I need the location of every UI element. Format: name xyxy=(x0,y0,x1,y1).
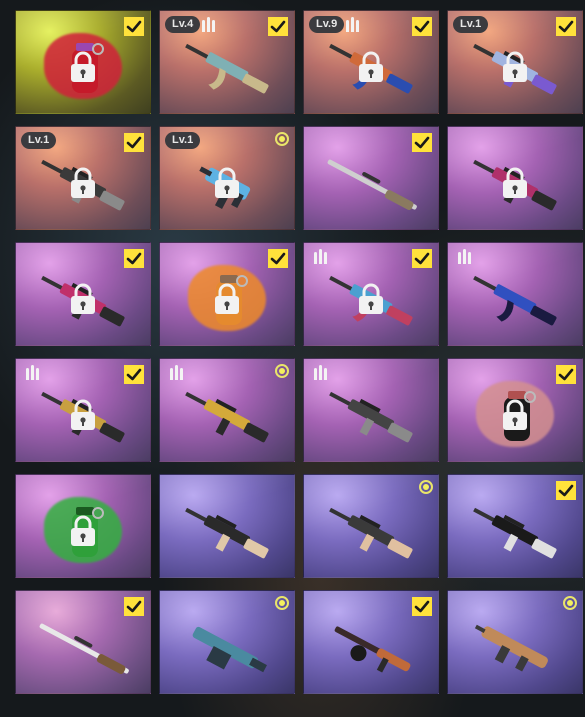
level-badge: Lv.4 xyxy=(165,16,201,33)
skin-card[interactable] xyxy=(15,10,151,114)
equipped-check-icon[interactable] xyxy=(412,133,432,152)
equipped-check-icon[interactable] xyxy=(556,365,576,384)
lock-icon xyxy=(359,283,383,314)
skin-card[interactable] xyxy=(447,242,583,346)
skin-card[interactable] xyxy=(159,358,295,462)
level-badge: Lv.1 xyxy=(453,16,489,33)
weapon-image xyxy=(192,626,267,673)
weapon-image xyxy=(473,275,557,326)
skin-card[interactable] xyxy=(159,474,295,578)
new-indicator-icon xyxy=(275,132,289,146)
skin-card[interactable] xyxy=(303,590,439,694)
lock-icon xyxy=(71,167,95,198)
new-indicator-icon xyxy=(275,596,289,610)
ammo-icon xyxy=(314,365,327,380)
equipped-check-icon[interactable] xyxy=(412,17,432,36)
skin-card[interactable] xyxy=(303,242,439,346)
lock-icon xyxy=(71,399,95,430)
lock-icon xyxy=(359,51,383,82)
new-indicator-icon xyxy=(419,480,433,494)
level-badge: Lv.1 xyxy=(21,132,57,149)
equipped-check-icon[interactable] xyxy=(124,365,144,384)
level-badge: Lv.1 xyxy=(165,132,201,149)
skin-card[interactable]: Lv.4 xyxy=(159,10,295,114)
ammo-icon xyxy=(202,17,215,32)
ammo-icon xyxy=(346,17,359,32)
equipped-check-icon[interactable] xyxy=(556,481,576,500)
skin-card[interactable]: Lv.1 xyxy=(15,126,151,230)
ammo-icon xyxy=(314,249,327,264)
lock-icon xyxy=(503,51,527,82)
weapon-image xyxy=(327,159,417,210)
weapon-image xyxy=(185,507,269,559)
lock-icon xyxy=(503,167,527,198)
equipped-check-icon[interactable] xyxy=(268,17,288,36)
lock-icon xyxy=(71,283,95,314)
skin-card[interactable] xyxy=(303,126,439,230)
skin-card[interactable] xyxy=(303,474,439,578)
ammo-icon xyxy=(26,365,39,380)
skin-card[interactable] xyxy=(159,590,295,694)
equipped-check-icon[interactable] xyxy=(124,17,144,36)
lock-icon xyxy=(71,51,95,82)
skin-card[interactable] xyxy=(15,590,151,694)
weapon-image xyxy=(185,391,269,443)
weapon-image xyxy=(474,624,548,672)
skin-card[interactable] xyxy=(15,358,151,462)
new-indicator-icon xyxy=(563,596,577,610)
weapon-image xyxy=(185,43,269,94)
new-indicator-icon xyxy=(275,364,289,378)
ammo-icon xyxy=(458,249,471,264)
skin-card[interactable] xyxy=(159,242,295,346)
skin-card[interactable] xyxy=(447,358,583,462)
equipped-check-icon[interactable] xyxy=(268,249,288,268)
weapon-image xyxy=(473,507,557,559)
skin-card[interactable] xyxy=(447,590,583,694)
skin-card[interactable] xyxy=(15,242,151,346)
ammo-icon xyxy=(170,365,183,380)
skin-card[interactable] xyxy=(15,474,151,578)
skin-card[interactable]: Lv.1 xyxy=(447,10,583,114)
lock-icon xyxy=(215,283,239,314)
lock-icon xyxy=(503,399,527,430)
equipped-check-icon[interactable] xyxy=(124,249,144,268)
equipped-check-icon[interactable] xyxy=(124,133,144,152)
weapon-image xyxy=(334,626,411,673)
lock-icon xyxy=(215,167,239,198)
skin-grid: Lv.4 Lv.9 Lv.1 Lv.1 Lv.1 xyxy=(15,10,583,694)
weapon-image xyxy=(329,507,413,559)
skin-card[interactable] xyxy=(303,358,439,462)
skin-card[interactable]: Lv.9 xyxy=(303,10,439,114)
skin-card[interactable] xyxy=(447,474,583,578)
equipped-check-icon[interactable] xyxy=(412,249,432,268)
equipped-check-icon[interactable] xyxy=(124,597,144,616)
skin-card[interactable]: Lv.1 xyxy=(159,126,295,230)
skin-card[interactable] xyxy=(447,126,583,230)
weapon-image xyxy=(39,623,129,674)
weapon-image xyxy=(329,391,413,443)
level-badge: Lv.9 xyxy=(309,16,345,33)
lock-icon xyxy=(71,515,95,546)
equipped-check-icon[interactable] xyxy=(412,597,432,616)
equipped-check-icon[interactable] xyxy=(556,17,576,36)
